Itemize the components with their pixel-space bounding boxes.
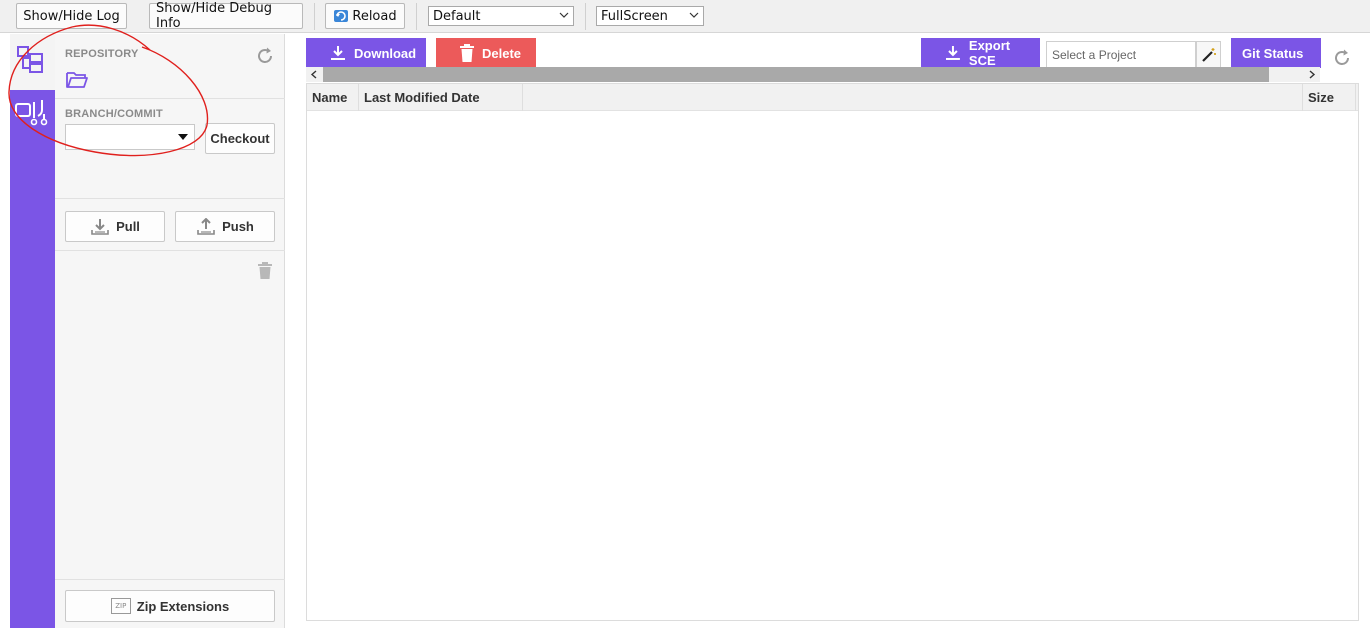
show-hide-log-button[interactable]: Show/Hide Log <box>16 3 127 29</box>
column-header-size[interactable]: Size <box>1303 84 1356 111</box>
trash-icon[interactable] <box>257 262 273 280</box>
pull-icon <box>91 218 109 235</box>
tree-icon <box>17 46 43 73</box>
chevron-right-icon[interactable] <box>1308 70 1316 79</box>
git-status-button[interactable]: Git Status <box>1231 38 1321 68</box>
download-icon <box>945 46 960 60</box>
push-icon <box>197 217 215 235</box>
chevron-down-icon <box>689 12 699 18</box>
reload-label: Reload <box>352 8 397 24</box>
file-table: Name Last Modified Date Size <box>306 83 1359 621</box>
table-header: Name Last Modified Date Size <box>307 84 1358 111</box>
delete-label: Delete <box>482 45 522 61</box>
refresh-icon[interactable] <box>1332 48 1352 68</box>
branch-label: BRANCH/COMMIT <box>65 108 163 120</box>
checkout-button[interactable]: Checkout <box>205 123 275 154</box>
horizontal-scrollbar[interactable] <box>306 67 1320 82</box>
view-select[interactable]: FullScreen <box>596 6 704 26</box>
divider <box>55 579 285 580</box>
push-button[interactable]: Push <box>175 211 275 242</box>
push-label: Push <box>222 219 254 234</box>
show-hide-debug-button[interactable]: Show/Hide Debug Info <box>149 1 303 31</box>
vertical-scrollbar[interactable] <box>1359 34 1370 628</box>
layout-select[interactable]: Default <box>428 6 574 26</box>
divider <box>55 98 285 99</box>
project-search-input[interactable]: Select a Project <box>1046 41 1196 68</box>
magic-wand-icon <box>1201 47 1216 62</box>
branch-select[interactable] <box>65 124 195 150</box>
view-select-value: FullScreen <box>601 8 668 24</box>
scrollbar-thumb[interactable] <box>323 67 1269 82</box>
pull-label: Pull <box>116 219 140 234</box>
repository-label: REPOSITORY <box>65 48 139 60</box>
delete-button[interactable]: Delete <box>436 38 536 68</box>
magic-wand-button[interactable] <box>1196 41 1221 68</box>
download-button[interactable]: Download <box>306 38 426 68</box>
layout-select-value: Default <box>433 8 481 24</box>
pull-button[interactable]: Pull <box>65 211 165 242</box>
folder-open-icon[interactable] <box>65 69 89 89</box>
caret-down-icon <box>178 134 188 140</box>
git-branch-icon <box>15 100 48 126</box>
chevron-down-icon <box>559 12 569 18</box>
reload-button[interactable]: Reload <box>325 3 405 29</box>
repo-panel: REPOSITORY BRANCH/COMMIT Checkout Pull P… <box>55 34 285 628</box>
column-header-modified[interactable]: Last Modified Date <box>359 84 523 111</box>
rail-git-tab[interactable] <box>10 92 55 132</box>
trash-icon <box>460 44 474 62</box>
reload-icon <box>334 10 349 22</box>
top-toolbar: Show/Hide Log Show/Hide Debug Info Reloa… <box>0 0 1370 33</box>
toolbar-divider <box>585 3 586 30</box>
download-icon <box>331 46 345 60</box>
chevron-left-icon[interactable] <box>310 70 318 79</box>
column-header-spacer <box>523 84 1303 111</box>
toolbar-divider <box>416 3 417 30</box>
toolbar-divider <box>314 3 315 30</box>
column-header-name[interactable]: Name <box>307 84 359 111</box>
zip-icon: ZIP <box>110 598 131 614</box>
refresh-icon[interactable] <box>255 46 275 66</box>
export-sce-label: Export SCE <box>968 38 1011 68</box>
export-sce-button[interactable]: Export SCE <box>921 38 1040 68</box>
download-label: Download <box>354 45 417 61</box>
divider <box>55 198 285 199</box>
rail-active-tab[interactable] <box>10 34 55 90</box>
zip-extensions-label: Zip Extensions <box>136 598 230 614</box>
zip-extensions-button[interactable]: ZIP Zip Extensions <box>65 590 275 622</box>
divider <box>55 250 285 251</box>
